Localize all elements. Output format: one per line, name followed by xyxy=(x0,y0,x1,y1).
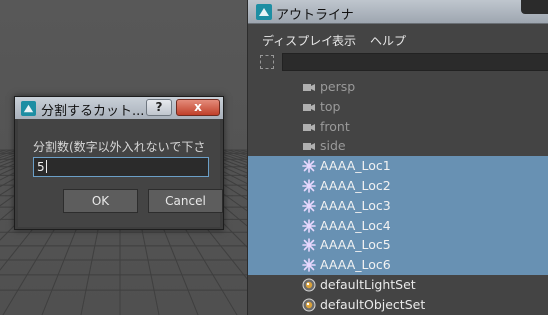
help-button[interactable]: ? xyxy=(146,99,172,116)
outliner-title: アウトライナ xyxy=(276,8,354,23)
outliner-item-label: AAAA_Loc2 xyxy=(320,177,391,193)
division-count-input[interactable]: 5 xyxy=(33,157,209,177)
outliner-window: アウトライナ ディスプレイ 表示 ヘルプ persp top front side AA… xyxy=(247,0,548,315)
outliner-item-aaaa_loc1[interactable]: AAAA_Loc1 xyxy=(248,156,548,176)
outliner-titlebar[interactable]: アウトライナ xyxy=(248,0,548,24)
ok-button[interactable]: OK xyxy=(63,189,138,213)
menu-help[interactable]: ヘルプ xyxy=(370,32,406,49)
split-cut-dialog: 分割するカット... ? x 分割数(数字以外入れないで下さい) 5 OK Ca… xyxy=(14,96,224,230)
outliner-item-label: AAAA_Loc4 xyxy=(320,217,391,233)
outliner-item-persp[interactable]: persp xyxy=(248,77,548,97)
dialog-titlebar[interactable]: 分割するカット... ? x xyxy=(15,97,223,119)
outliner-item-aaaa_loc2[interactable]: AAAA_Loc2 xyxy=(248,175,548,196)
locator-icon xyxy=(302,258,316,272)
dialog-body: 分割数(数字以外入れないで下さい) 5 OK Cancel xyxy=(18,119,223,227)
locator-icon xyxy=(302,159,316,173)
maya-app-icon xyxy=(21,101,36,116)
locator-icon xyxy=(302,179,316,193)
outliner-item-label: AAAA_Loc1 xyxy=(320,158,391,174)
outliner-item-aaaa_loc4[interactable]: AAAA_Loc4 xyxy=(248,215,548,236)
outliner-item-aaaa_loc3[interactable]: AAAA_Loc3 xyxy=(248,195,548,216)
menu-display[interactable]: ディスプレイ xyxy=(262,32,333,49)
dialog-title: 分割するカット... xyxy=(41,104,145,119)
outliner-item-label: front xyxy=(320,118,350,134)
outliner-item-side[interactable]: side xyxy=(248,136,548,156)
window-controls[interactable] xyxy=(521,0,548,14)
set-icon xyxy=(302,278,316,292)
outliner-item-label: defaultObjectSet xyxy=(320,296,426,312)
text-caret xyxy=(45,160,47,173)
outliner-tree: persp top front side AAAA_Loc1 AAAA_Loc2 AAAA_… xyxy=(248,77,548,315)
outliner-item-aaaa_loc5[interactable]: AAAA_Loc5 xyxy=(248,235,548,256)
menu-show[interactable]: 表示 xyxy=(332,32,356,49)
outliner-item-label: defaultLightSet xyxy=(320,276,416,292)
camera-icon xyxy=(302,120,316,134)
outliner-item-top[interactable]: top xyxy=(248,97,548,117)
outliner-item-aaaa_loc6[interactable]: AAAA_Loc6 xyxy=(248,255,548,275)
set-icon xyxy=(302,298,316,312)
outliner-item-label: side xyxy=(320,138,346,154)
locator-icon xyxy=(302,198,316,213)
close-button[interactable]: x xyxy=(176,99,220,116)
outliner-item-label: persp xyxy=(320,79,356,94)
outliner-item-defaultlightset[interactable]: defaultLightSet xyxy=(248,275,548,295)
outliner-item-label: AAAA_Loc5 xyxy=(320,237,391,253)
camera-icon xyxy=(302,139,316,153)
locator-icon xyxy=(302,218,316,233)
outliner-menubar: ディスプレイ 表示 ヘルプ xyxy=(248,28,548,50)
cancel-button[interactable]: Cancel xyxy=(148,189,223,213)
outliner-item-front[interactable]: front xyxy=(248,117,548,137)
locator-icon xyxy=(302,238,316,253)
outliner-item-label: AAAA_Loc6 xyxy=(320,257,391,273)
camera-icon xyxy=(302,100,316,114)
camera-icon xyxy=(302,80,316,94)
filter-icon[interactable] xyxy=(260,55,274,69)
outliner-item-label: AAAA_Loc3 xyxy=(320,197,391,213)
maya-app-icon xyxy=(256,4,272,20)
division-count-value: 5 xyxy=(37,160,45,174)
outliner-item-defaultobjectset[interactable]: defaultObjectSet xyxy=(248,295,548,315)
filter-input[interactable] xyxy=(282,53,548,71)
outliner-filter-bar xyxy=(248,50,548,74)
outliner-item-label: top xyxy=(320,98,341,114)
